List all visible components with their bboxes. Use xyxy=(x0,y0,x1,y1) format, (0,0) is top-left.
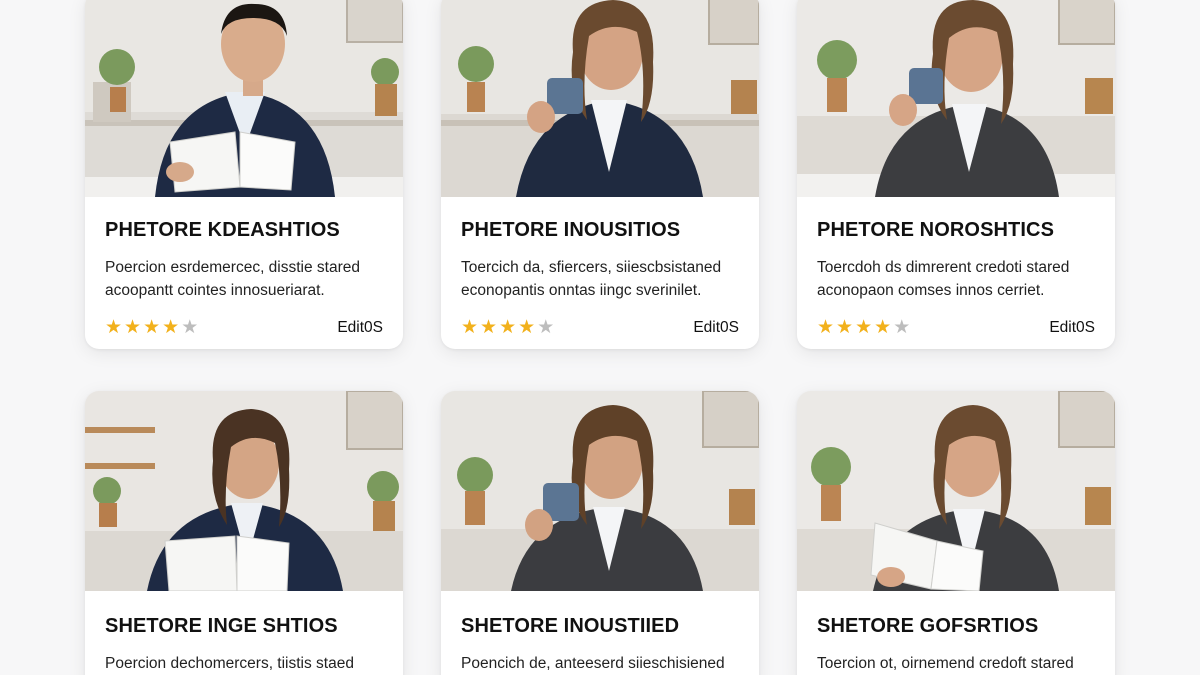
star-rating: ★ ★ ★ ★ ★ xyxy=(817,318,910,337)
card-description: Poercion esrdemercec, disstie stared aco… xyxy=(105,256,383,302)
edit-link[interactable]: Edit0S xyxy=(337,319,383,337)
edit-link[interactable]: Edit0S xyxy=(693,319,739,337)
star-icon: ★ xyxy=(124,317,142,338)
person-with-mug-photo xyxy=(797,0,1115,197)
star-icon: ★ xyxy=(143,317,161,338)
card-description: Poencich de, anteeserd siieschisiened xyxy=(461,652,739,675)
profile-card[interactable]: SHETORE INGE SHTIOS Poercion dechomercer… xyxy=(85,391,403,675)
card-description-line: econopantis onntas iingc sverinilet. xyxy=(461,282,702,299)
profile-card[interactable]: SHETORE INOUSTIIED Poencich de, anteeser… xyxy=(441,391,759,675)
profile-card[interactable]: PHETORE KDEASHTIOS Poercion esrdemercec,… xyxy=(85,0,403,349)
card-title: SHETORE GOFSRTIOS xyxy=(817,615,1039,637)
card-description: Poercion dechomercers, tiistis staed xyxy=(105,652,383,675)
star-rating: ★ ★ ★ ★ ★ xyxy=(105,318,198,337)
card-photo xyxy=(441,391,759,591)
star-icon: ★ xyxy=(480,317,498,338)
star-icon: ★ xyxy=(836,317,854,338)
card-description: Toercdoh ds dimrerent credoti stared aco… xyxy=(817,256,1095,302)
star-icon: ★ xyxy=(105,317,123,338)
card-description-line: Toercich da, sfiercers, siiescbsistaned xyxy=(461,259,722,276)
person-reading-photo xyxy=(85,391,403,591)
person-reading-photo xyxy=(85,0,403,197)
star-rating: ★ ★ ★ ★ ★ xyxy=(461,318,554,337)
star-icon: ★ xyxy=(855,317,873,338)
star-empty-icon: ★ xyxy=(537,317,555,338)
card-title: PHETORE NOROSHTICS xyxy=(817,219,1055,241)
profile-card[interactable]: PHETORE NOROSHTICS Toercdoh ds dimrerent… xyxy=(797,0,1115,349)
card-title: PHETORE INOUSITIOS xyxy=(461,219,681,241)
profile-card[interactable]: SHETORE GOFSRTIOS Toercion ot, oirnemend… xyxy=(797,391,1115,675)
card-title: SHETORE INGE SHTIOS xyxy=(105,615,338,637)
card-title: PHETORE KDEASHTIOS xyxy=(105,219,340,241)
card-description-line: Poercion esrdemercec, disstie stared xyxy=(105,259,361,276)
card-footer: ★ ★ ★ ★ ★ Edit0S xyxy=(461,318,739,337)
card-description-line: Poercion dechomercers, tiistis staed xyxy=(105,655,354,672)
card-description-line: acoopantt cointes innosueriarat. xyxy=(105,282,325,299)
person-with-mug-photo xyxy=(441,0,759,197)
card-description: Toercich da, sfiercers, siiescbsistaned … xyxy=(461,256,739,302)
card-photo xyxy=(85,0,403,197)
card-photo xyxy=(441,0,759,197)
star-icon: ★ xyxy=(817,317,835,338)
card-title: SHETORE INOUSTIIED xyxy=(461,615,680,637)
star-icon: ★ xyxy=(461,317,479,338)
person-with-mug-photo xyxy=(441,391,759,591)
star-icon: ★ xyxy=(162,317,180,338)
star-icon: ★ xyxy=(874,317,892,338)
card-description-line: Toercdoh ds dimrerent credoti stared xyxy=(817,259,1070,276)
card-description: Toercion ot, oirnemend credoft stared xyxy=(817,652,1095,675)
edit-link[interactable]: Edit0S xyxy=(1049,319,1095,337)
star-empty-icon: ★ xyxy=(181,317,199,338)
star-empty-icon: ★ xyxy=(893,317,911,338)
card-photo xyxy=(797,391,1115,591)
card-photo xyxy=(85,391,403,591)
card-description-line: Toercion ot, oirnemend credoft stared xyxy=(817,655,1074,672)
card-grid: PHETORE KDEASHTIOS Poercion esrdemercec,… xyxy=(0,0,1200,675)
card-footer: ★ ★ ★ ★ ★ Edit0S xyxy=(105,318,383,337)
star-icon: ★ xyxy=(499,317,517,338)
person-reading-photo xyxy=(797,391,1115,591)
card-description-line: Poencich de, anteeserd siieschisiened xyxy=(461,655,725,672)
card-description-line: aconopaon comses innos cerriet. xyxy=(817,282,1045,299)
star-icon: ★ xyxy=(518,317,536,338)
card-footer: ★ ★ ★ ★ ★ Edit0S xyxy=(817,318,1095,337)
profile-card[interactable]: PHETORE INOUSITIOS Toercich da, sfiercer… xyxy=(441,0,759,349)
card-photo xyxy=(797,0,1115,197)
